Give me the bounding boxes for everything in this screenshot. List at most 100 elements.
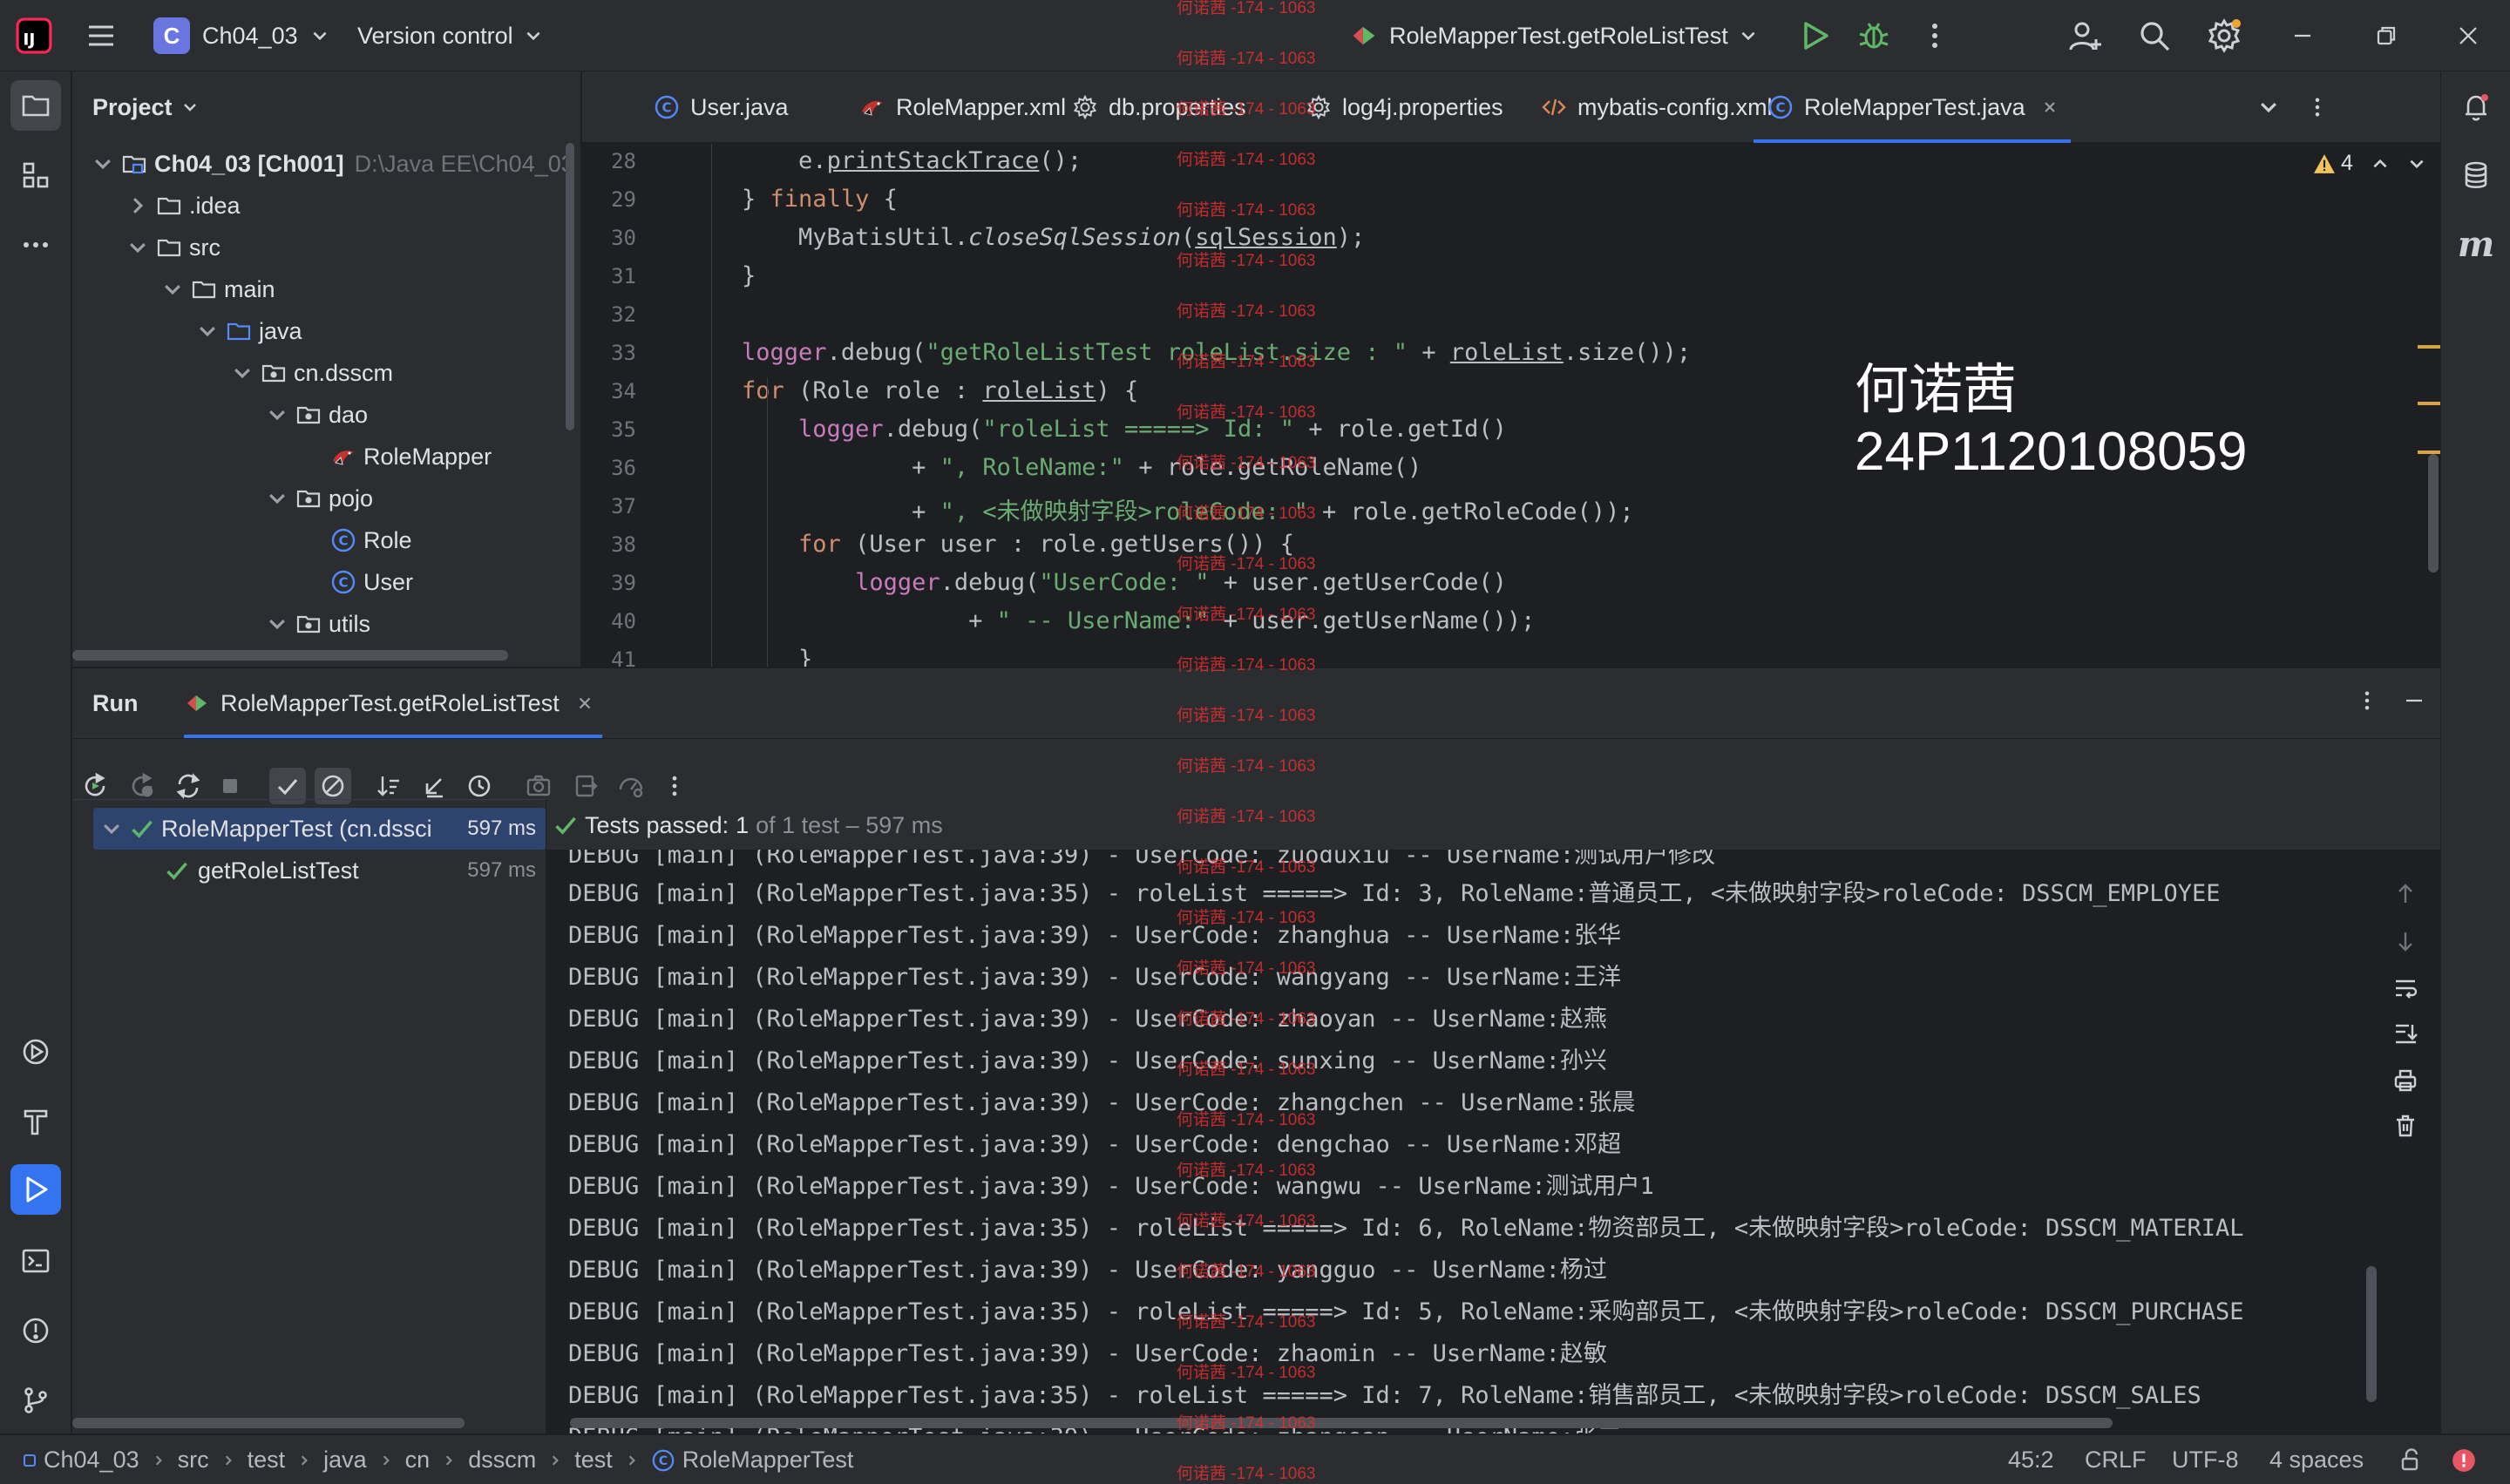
chevron-down-icon[interactable] [231, 362, 254, 384]
terminal-tool-icon[interactable] [10, 1236, 61, 1286]
editor-tab-mybatis-config-xml[interactable]: mybatis-config.xml [1541, 71, 1773, 143]
indent-setting[interactable]: 4 spaces [2269, 1435, 2364, 1484]
tree-item-cn-dsscm[interactable]: cn.dsscm [231, 352, 393, 394]
tree-item-utils[interactable]: utils [266, 603, 370, 645]
line-number[interactable]: 40 [582, 609, 636, 634]
tree-item-role[interactable]: C Role [330, 519, 412, 561]
tree-item-user[interactable]: C User [330, 561, 413, 603]
more-actions-icon[interactable] [1917, 0, 1952, 71]
line-number[interactable]: 30 [582, 226, 636, 250]
search-icon[interactable] [2137, 0, 2172, 71]
error-indicator-icon[interactable] [2451, 1435, 2477, 1484]
version-control-menu[interactable]: Version control [357, 0, 543, 71]
database-tool-icon[interactable] [2451, 150, 2501, 200]
tree-item-ch04-03-ch001[interactable]: Ch04_03 [Ch001] D:\Java EE\Ch04_03 [92, 143, 574, 185]
chevron-down-icon[interactable] [266, 487, 288, 510]
hide-panel-icon[interactable] [2401, 688, 2427, 720]
git-tool-icon[interactable] [10, 1375, 61, 1426]
line-ending[interactable]: CRLF [2085, 1435, 2147, 1484]
line-number[interactable]: 28 [582, 149, 636, 173]
breadcrumb-item[interactable]: RoleMapperTest [682, 1447, 854, 1474]
editor-tab-log4j-properties[interactable]: log4j.properties [1306, 71, 1503, 143]
run-tool-icon[interactable] [10, 1164, 61, 1215]
structure-tool-icon[interactable] [10, 150, 61, 200]
breadcrumb-item[interactable]: src [178, 1447, 209, 1474]
line-number[interactable]: 31 [582, 264, 636, 288]
services-tool-icon[interactable] [10, 1027, 61, 1077]
export-icon[interactable] [567, 768, 604, 804]
project-switcher[interactable]: C Ch04_03 [153, 0, 329, 71]
soft-wrap-icon[interactable] [2387, 970, 2424, 1006]
scroll-to-end-icon[interactable] [2387, 1015, 2424, 1052]
chevron-down-icon[interactable] [161, 278, 184, 301]
tree-item-java[interactable]: java [196, 310, 302, 352]
editor-tab-rolemappertest-java[interactable]: C RoleMapperTest.java [1754, 71, 2071, 143]
test-tree-row-class[interactable]: RoleMapperTest (cn.dssci 597 ms [93, 808, 546, 850]
problems-tool-icon[interactable] [10, 1305, 61, 1356]
chevron-down-icon[interactable] [196, 320, 219, 342]
chevron-down-icon[interactable] [266, 403, 288, 426]
debug-button[interactable] [1856, 0, 1891, 71]
scroll-down-icon[interactable] [2387, 923, 2424, 959]
line-number[interactable]: 34 [582, 379, 636, 403]
tree-item-dao[interactable]: dao [266, 394, 368, 436]
chevron-down-icon[interactable] [266, 613, 288, 635]
toolbar-more-icon[interactable] [656, 768, 693, 804]
test-tree-row-method[interactable]: getRoleListTest 597 ms [93, 850, 546, 891]
run-panel-more-icon[interactable] [2354, 688, 2380, 720]
tab-list-icon[interactable] [2257, 71, 2280, 143]
warning-marker[interactable] [2418, 402, 2440, 405]
line-number[interactable]: 29 [582, 187, 636, 212]
inspection-widget[interactable]: 4 [2313, 151, 2426, 176]
close-window-icon[interactable] [2452, 0, 2484, 71]
readonly-lock-icon[interactable] [2398, 1435, 2423, 1484]
tree-item-pojo[interactable]: pojo [266, 478, 373, 519]
line-number[interactable]: 41 [582, 647, 636, 667]
editor-tab-rolemapper-xml[interactable]: RoleMapper.xml [859, 71, 1066, 143]
tree-scrollbar[interactable] [566, 143, 574, 430]
run-configuration-selector[interactable]: RoleMapperTest.getRoleListTest [1349, 0, 1758, 71]
close-tab-icon[interactable] [2041, 98, 2059, 116]
chevron-right-icon[interactable] [126, 194, 149, 217]
editor-tab-user-java[interactable]: C User.java [654, 71, 789, 143]
breadcrumb-item[interactable]: Ch04_03 [44, 1447, 139, 1474]
caret-position[interactable]: 45:2 [2008, 1435, 2054, 1484]
breadcrumb-item[interactable]: cn [405, 1447, 431, 1474]
line-number[interactable]: 37 [582, 494, 636, 518]
clear-console-icon[interactable] [2387, 1108, 2424, 1144]
breadcrumb-item[interactable]: test [248, 1447, 286, 1474]
settings-icon[interactable] [2207, 0, 2242, 71]
run-tab[interactable]: RoleMapperTest.getRoleListTest [184, 668, 594, 738]
chevron-down-icon[interactable] [92, 152, 114, 175]
line-number[interactable]: 35 [582, 417, 636, 442]
line-number[interactable]: 38 [582, 532, 636, 557]
tree-horizontal-scrollbar[interactable] [72, 650, 508, 661]
main-menu-icon[interactable] [84, 0, 119, 71]
line-number[interactable]: 36 [582, 456, 636, 480]
file-encoding[interactable]: UTF-8 [2172, 1435, 2239, 1484]
run-button[interactable] [1797, 0, 1832, 71]
warning-marker[interactable] [2418, 345, 2440, 349]
console-vertical-scrollbar[interactable] [2366, 1266, 2377, 1402]
project-tool-icon[interactable] [10, 80, 61, 131]
scroll-up-icon[interactable] [2387, 876, 2424, 912]
test-tree-scrollbar[interactable] [72, 1418, 465, 1428]
tree-item-src[interactable]: src [126, 227, 220, 268]
tree-item-rolemapper[interactable]: RoleMapper [330, 436, 492, 478]
console-horizontal-scrollbar[interactable] [570, 1418, 2113, 1428]
maven-tool-icon[interactable]: m [2451, 220, 2501, 270]
coverage-icon[interactable] [613, 768, 649, 804]
editor-scrollbar[interactable] [2428, 454, 2439, 573]
restore-icon[interactable] [2371, 0, 2402, 71]
account-icon[interactable] [2067, 0, 2102, 71]
more-tools-icon[interactable] [10, 220, 61, 270]
breadcrumb-item[interactable]: dsscm [468, 1447, 536, 1474]
tree-item-main[interactable]: main [161, 268, 275, 310]
notifications-icon[interactable] [2451, 82, 2501, 132]
tree-item-idea[interactable]: .idea [126, 185, 241, 227]
warning-marker[interactable] [2418, 451, 2440, 454]
previous-highlight-icon[interactable] [2371, 154, 2390, 173]
line-number[interactable]: 33 [582, 341, 636, 365]
close-tab-icon[interactable] [575, 694, 594, 713]
build-tool-icon[interactable] [10, 1096, 61, 1147]
